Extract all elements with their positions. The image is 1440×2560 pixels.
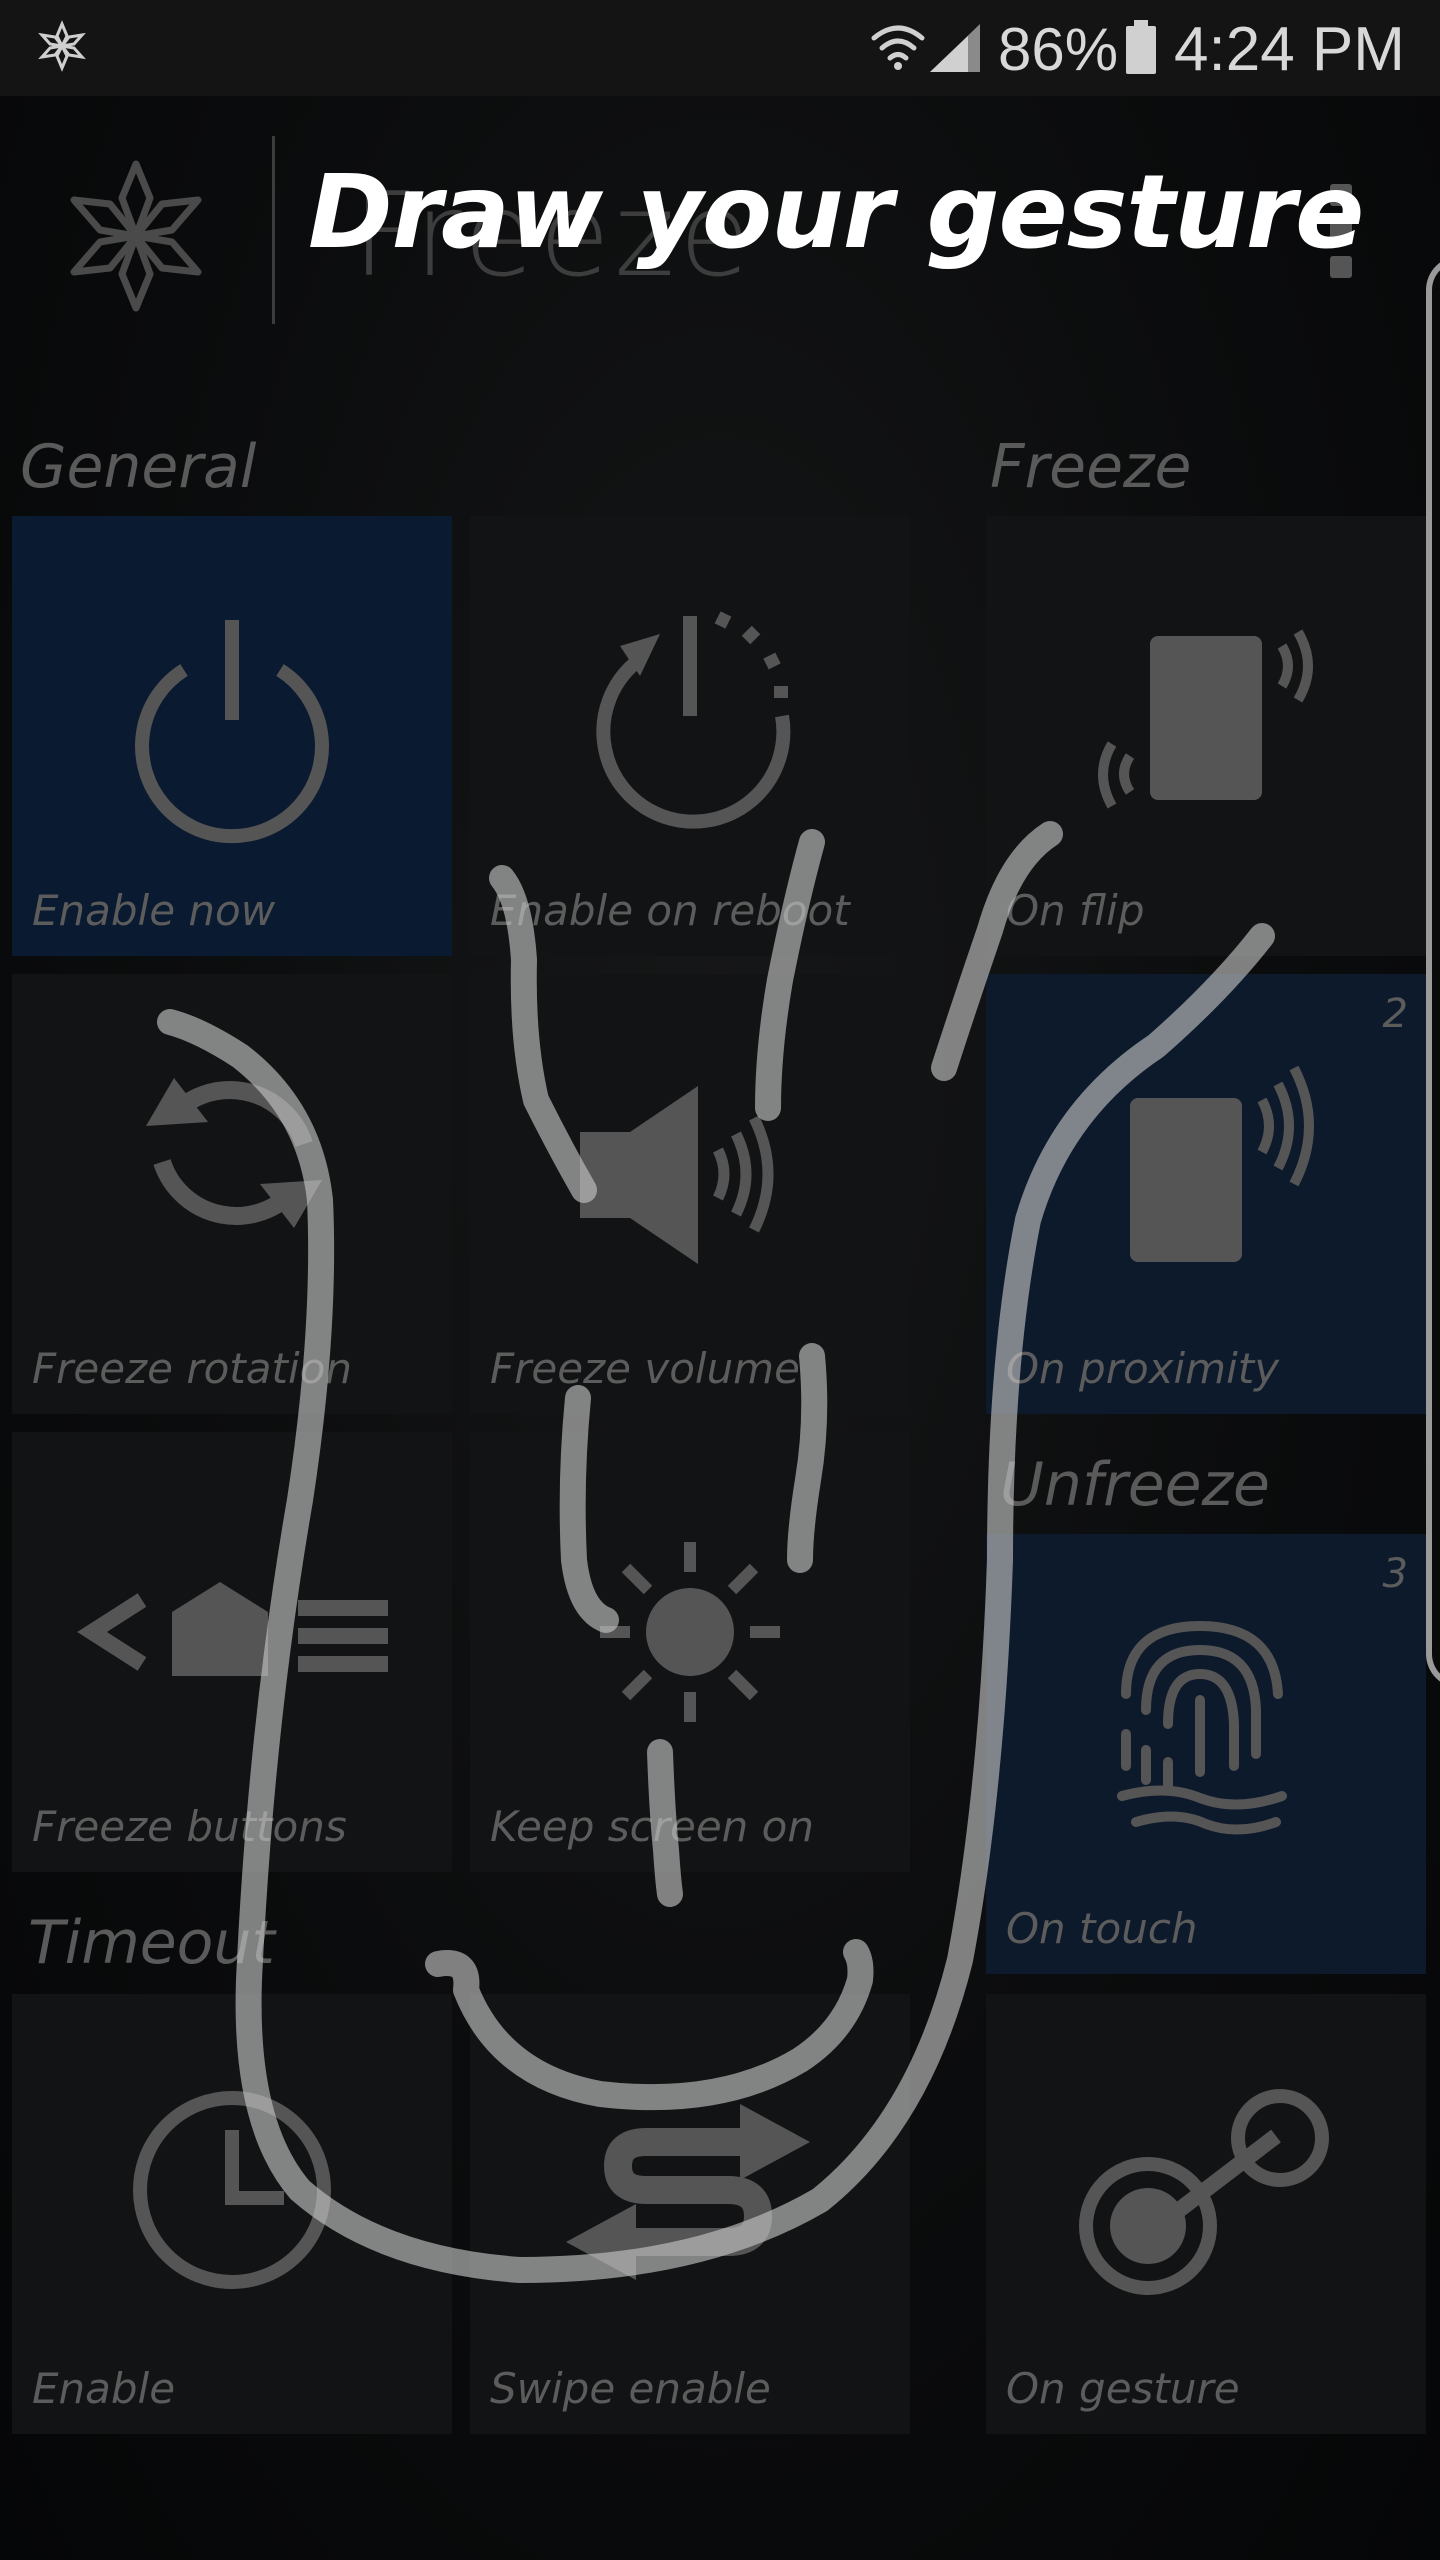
- power-icon: [135, 620, 329, 844]
- tile-timeout-enable[interactable]: Enable: [12, 1994, 452, 2434]
- section-freeze: Freeze: [990, 432, 1192, 502]
- tile-keep-screen-on[interactable]: Keep screen on: [470, 1432, 910, 1872]
- freeze-app-screen: 86% 4:24 PM Freeze General Freeze Unfree…: [0, 0, 1440, 2560]
- tile-enable-on-reboot[interactable]: Enable on reboot: [470, 516, 910, 956]
- volume-icon: [580, 1086, 774, 1264]
- tile-label: Enable on reboot: [490, 886, 850, 935]
- rotation-icon: [146, 1078, 322, 1228]
- tile-label: Freeze buttons: [32, 1802, 347, 1851]
- tile-freeze-volume[interactable]: Freeze volume: [470, 974, 910, 1414]
- tile-label: On proximity: [1006, 1344, 1280, 1393]
- tile-on-flip[interactable]: On flip: [986, 516, 1426, 956]
- reboot-power-icon: [596, 611, 791, 829]
- section-unfreeze: Unfreeze: [1000, 1450, 1270, 1520]
- section-general: General: [20, 432, 257, 502]
- tile-on-proximity[interactable]: 2 On proximity: [986, 974, 1426, 1414]
- nav-buttons-icon: [77, 1582, 388, 1676]
- gesture-icon: [1079, 2089, 1329, 2295]
- tile-label: Enable now: [32, 886, 276, 935]
- clock-icon: [133, 2091, 331, 2289]
- tile-badge: 2: [1382, 991, 1408, 1037]
- tile-freeze-rotation[interactable]: Freeze rotation: [12, 974, 452, 1414]
- edge-drawer-handle[interactable]: [1426, 256, 1440, 1688]
- tile-on-gesture[interactable]: On gesture: [986, 1994, 1426, 2434]
- signal-icon: [930, 24, 980, 72]
- tile-on-touch[interactable]: 3 On touch: [986, 1534, 1426, 1974]
- fingerprint-icon: [1117, 1620, 1287, 1835]
- tile-label: Freeze volume: [490, 1344, 800, 1393]
- tile-label: On touch: [1006, 1904, 1198, 1953]
- wifi-icon: [871, 25, 925, 70]
- tile-badge: 3: [1382, 1551, 1408, 1597]
- status-bar: 86% 4:24 PM: [0, 0, 1440, 96]
- status-clock: 4:24 PM: [1174, 15, 1405, 84]
- gesture-prompt: Draw your gesture: [308, 153, 1364, 272]
- proximity-icon: [1130, 1065, 1314, 1262]
- tile-label: Enable: [32, 2364, 176, 2413]
- tile-label: On gesture: [1006, 2364, 1240, 2413]
- tile-freeze-buttons[interactable]: Freeze buttons: [12, 1432, 452, 1872]
- tile-label: Keep screen on: [490, 1802, 814, 1851]
- app-bar-divider: [272, 136, 275, 324]
- brightness-icon: [600, 1542, 780, 1722]
- battery-icon: [1126, 20, 1156, 74]
- tile-swipe-enable[interactable]: Swipe enable: [470, 1994, 910, 2434]
- tile-label: On flip: [1006, 886, 1145, 935]
- phone-flip-icon: [1098, 629, 1313, 809]
- tile-label: Swipe enable: [490, 2364, 771, 2413]
- swipe-icon: [566, 2104, 810, 2280]
- section-timeout: Timeout: [28, 1908, 275, 1978]
- tile-enable-now[interactable]: Enable now: [12, 516, 452, 956]
- battery-percent: 86%: [998, 16, 1119, 83]
- tile-label: Freeze rotation: [32, 1344, 352, 1393]
- freeze-status-icon: [38, 20, 86, 72]
- freeze-logo-icon: [70, 160, 202, 312]
